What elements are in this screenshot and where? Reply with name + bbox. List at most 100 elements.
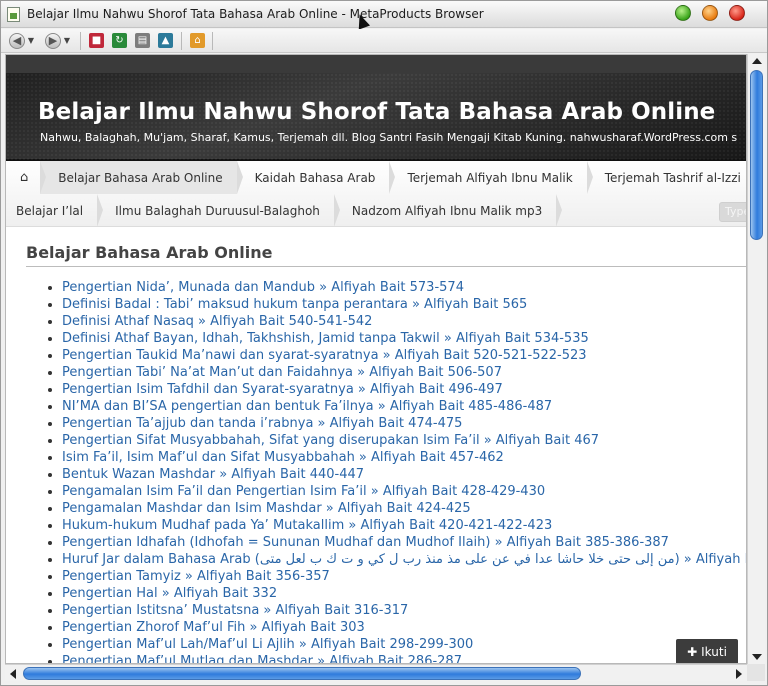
post-link[interactable]: Pengertian Taukid Ma’nawi dan syarat-sya… — [62, 348, 587, 363]
home-icon: ⌂ — [20, 170, 29, 185]
post-list-item: Pengertian Tabi’ Na’at Man’ut dan Faidah… — [26, 364, 746, 381]
scroll-left-icon[interactable] — [10, 669, 16, 679]
post-link[interactable]: Pengertian Tamyiz » Alfiyah Bait 356-357 — [62, 569, 330, 584]
refresh-button[interactable]: ↻ — [112, 32, 127, 49]
post-link[interactable]: Pengertian Maf’ul Lah/Maf’ul Li Ajlih » … — [62, 637, 473, 652]
nav-item-label: Terjemah Tashrif al-Izzi — [604, 170, 741, 185]
stop-icon: ■ — [89, 33, 104, 48]
post-list-item: Hukum-hukum Mudhaf pada Ya’ Mutakallim »… — [26, 517, 746, 534]
post-list-item: Definisi Badal : Tabi’ maksud hukum tanp… — [26, 296, 746, 313]
nav-item-label: Belajar I’lal — [16, 203, 84, 218]
post-list-item: Bentuk Wazan Mashdar » Alfiyah Bait 440-… — [26, 466, 746, 483]
nav-item-terjemah-alfiyah[interactable]: Terjemah Alfiyah Ibnu Malik — [389, 161, 594, 194]
nav-row-2: Belajar I’lal Ilmu Balaghah Duruusul-Bal… — [6, 194, 563, 227]
nav-item-label: Belajar Bahasa Arab Online — [58, 170, 223, 185]
post-link[interactable]: Pengertian Isim Tafdhil dan Syarat-syara… — [62, 382, 503, 397]
browser-toolbar: ◀ ▼ ▶ ▼ ■ ↻ ▤ ▲ ⌂ — [1, 29, 767, 53]
window-title: Belajar Ilmu Nahwu Shorof Tata Bahasa Ar… — [27, 7, 484, 21]
post-link[interactable]: Definisi Badal : Tabi’ maksud hukum tanp… — [62, 297, 527, 312]
post-link[interactable]: Pengertian Ta’ajjub dan tanda i’rabnya »… — [62, 416, 462, 431]
post-list-item: Pengertian Maf’ul Lah/Maf’ul Li Ajlih » … — [26, 636, 746, 653]
scrollbar-corner — [747, 664, 765, 681]
nav-item-label: Ilmu Balaghah Duruusul-Balaghoh — [115, 203, 320, 218]
refresh-icon: ↻ — [112, 33, 127, 48]
page-background-band — [6, 55, 746, 75]
post-link[interactable]: Isim Fa’il, Isim Maf’ul dan Sifat Musyab… — [62, 450, 504, 465]
upload-button[interactable]: ▲ — [158, 32, 173, 49]
scroll-right-icon[interactable] — [736, 669, 742, 679]
post-list-item: Pengamalan Mashdar dan Isim Mashdar » Al… — [26, 500, 746, 517]
stop-button[interactable]: ■ — [89, 32, 104, 49]
vertical-scroll-thumb[interactable] — [750, 70, 763, 240]
horizontal-scrollbar[interactable] — [5, 664, 747, 681]
home-icon: ⌂ — [190, 33, 205, 48]
post-link[interactable]: NI’MA dan BI’SA pengertian dan bentuk Fa… — [62, 399, 552, 414]
post-link[interactable]: Pengamalan Isim Fa’il dan Pengertian Isi… — [62, 484, 545, 499]
post-link[interactable]: Bentuk Wazan Mashdar » Alfiyah Bait 440-… — [62, 467, 364, 482]
post-link[interactable]: Pengertian Hal » Alfiyah Bait 332 — [62, 586, 277, 601]
vertical-scrollbar[interactable] — [747, 54, 765, 664]
forward-dropdown[interactable]: ▼ — [63, 32, 71, 49]
nav-item-ilmu-balaghah[interactable]: Ilmu Balaghah Duruusul-Balaghoh — [97, 194, 340, 227]
nav-item-terjemah-tashrif[interactable]: Terjemah Tashrif al-Izzi — [587, 161, 746, 194]
post-list-item: Pengertian Ta’ajjub dan tanda i’rabnya »… — [26, 415, 746, 432]
post-link[interactable]: Pengertian Zhorof Maf’ul Fih » Alfiyah B… — [62, 620, 365, 635]
site-description: Nahwu, Balaghah, Mu'jam, Sharaf, Kamus, … — [40, 131, 738, 144]
post-list-item: Isim Fa’il, Isim Maf’ul dan Sifat Musyab… — [26, 449, 746, 466]
follow-label: Ikuti — [701, 645, 727, 659]
nav-home-link[interactable]: ⌂ — [6, 161, 47, 194]
post-list-item: Pengertian Tamyiz » Alfiyah Bait 356-357 — [26, 568, 746, 585]
post-list-item: NI’MA dan BI’SA pengertian dan bentuk Fa… — [26, 398, 746, 415]
post-list-item: Definisi Athaf Bayan, Idhah, Takhshish, … — [26, 330, 746, 347]
post-link[interactable]: Pengertian Idhafah (Idhofah = Sununan Mu… — [62, 535, 669, 550]
forward-button[interactable]: ▶ — [45, 32, 61, 49]
nav-item-kaidah-bahasa-arab[interactable]: Kaidah Bahasa Arab — [237, 161, 396, 194]
maximize-button[interactable] — [675, 5, 691, 21]
nav-item-nadzom-alfiyah-mp3[interactable]: Nadzom Alfiyah Ibnu Malik mp3 — [334, 194, 563, 227]
nav-item-label: Terjemah Alfiyah Ibnu Malik — [407, 170, 573, 185]
post-link[interactable]: Huruf Jar dalam Bahasa Arab (من إلى حتى … — [62, 552, 746, 567]
post-list-item: Huruf Jar dalam Bahasa Arab (من إلى حتى … — [26, 551, 746, 568]
post-link[interactable]: Pengertian Istitsna’ Mustatsna » Alfiyah… — [62, 603, 408, 618]
follow-button[interactable]: ✚ Ikuti — [676, 639, 738, 663]
title-bar: Belajar Ilmu Nahwu Shorof Tata Bahasa Ar… — [1, 1, 767, 30]
post-link[interactable]: Pengertian Nida’, Munada dan Mandub » Al… — [62, 280, 464, 295]
minimize-button[interactable] — [702, 5, 718, 21]
close-button[interactable] — [729, 5, 745, 21]
print-icon: ▤ — [135, 33, 150, 48]
post-list-item: Pengertian Isim Tafdhil dan Syarat-syara… — [26, 381, 746, 398]
post-list-item: Pengertian Maf’ul Mutlaq dan Mashdar » A… — [26, 653, 746, 663]
scroll-down-icon[interactable] — [752, 654, 762, 660]
post-list-item: Pengamalan Isim Fa’il dan Pengertian Isi… — [26, 483, 746, 500]
post-link[interactable]: Pengamalan Mashdar dan Isim Mashdar » Al… — [62, 501, 471, 516]
post-link[interactable]: Hukum-hukum Mudhaf pada Ya’ Mutakallim »… — [62, 518, 552, 533]
post-list-item: Pengertian Idhafah (Idhofah = Sununan Mu… — [26, 534, 746, 551]
back-button[interactable]: ◀ — [9, 32, 25, 49]
post-link[interactable]: Pengertian Sifat Musyabbahah, Sifat yang… — [62, 433, 599, 448]
post-link[interactable]: Definisi Athaf Bayan, Idhah, Takhshish, … — [62, 331, 589, 346]
nav-row-1: ⌂ Belajar Bahasa Arab Online Kaidah Baha… — [6, 161, 746, 194]
site-header: Belajar Ilmu Nahwu Shorof Tata Bahasa Ar… — [6, 73, 746, 161]
horizontal-scroll-thumb[interactable] — [23, 667, 581, 680]
page-viewport: Belajar Ilmu Nahwu Shorof Tata Bahasa Ar… — [5, 54, 747, 664]
nav-item-label: Nadzom Alfiyah Ibnu Malik mp3 — [351, 203, 543, 218]
print-button[interactable]: ▤ — [135, 32, 150, 49]
post-link[interactable]: Pengertian Maf’ul Mutlaq dan Mashdar » A… — [62, 654, 462, 663]
app-icon — [7, 7, 20, 22]
back-dropdown[interactable]: ▼ — [27, 32, 35, 49]
nav-item-belajar-ilal[interactable]: Belajar I’lal — [6, 194, 104, 227]
post-list-item: Pengertian Hal » Alfiyah Bait 332 — [26, 585, 746, 602]
home-button[interactable]: ⌂ — [190, 32, 205, 49]
main-navigation: ⌂ Belajar Bahasa Arab Online Kaidah Baha… — [6, 161, 746, 227]
post-list-item: Definisi Athaf Nasaq » Alfiyah Bait 540-… — [26, 313, 746, 330]
post-link[interactable]: Pengertian Tabi’ Na’at Man’ut dan Faidah… — [62, 365, 502, 380]
scroll-up-icon[interactable] — [752, 58, 762, 64]
site-title[interactable]: Belajar Ilmu Nahwu Shorof Tata Bahasa Ar… — [38, 99, 715, 125]
post-list-item: Pengertian Zhorof Maf’ul Fih » Alfiyah B… — [26, 619, 746, 636]
browser-window: Belajar Ilmu Nahwu Shorof Tata Bahasa Ar… — [0, 0, 768, 686]
nav-item-belajar-bahasa-arab-online[interactable]: Belajar Bahasa Arab Online — [40, 161, 243, 194]
post-link[interactable]: Definisi Athaf Nasaq » Alfiyah Bait 540-… — [62, 314, 372, 329]
nav-item-label: Kaidah Bahasa Arab — [254, 170, 376, 185]
search-input[interactable]: Type — [719, 202, 746, 222]
post-list: Pengertian Nida’, Munada dan Mandub » Al… — [26, 279, 746, 663]
